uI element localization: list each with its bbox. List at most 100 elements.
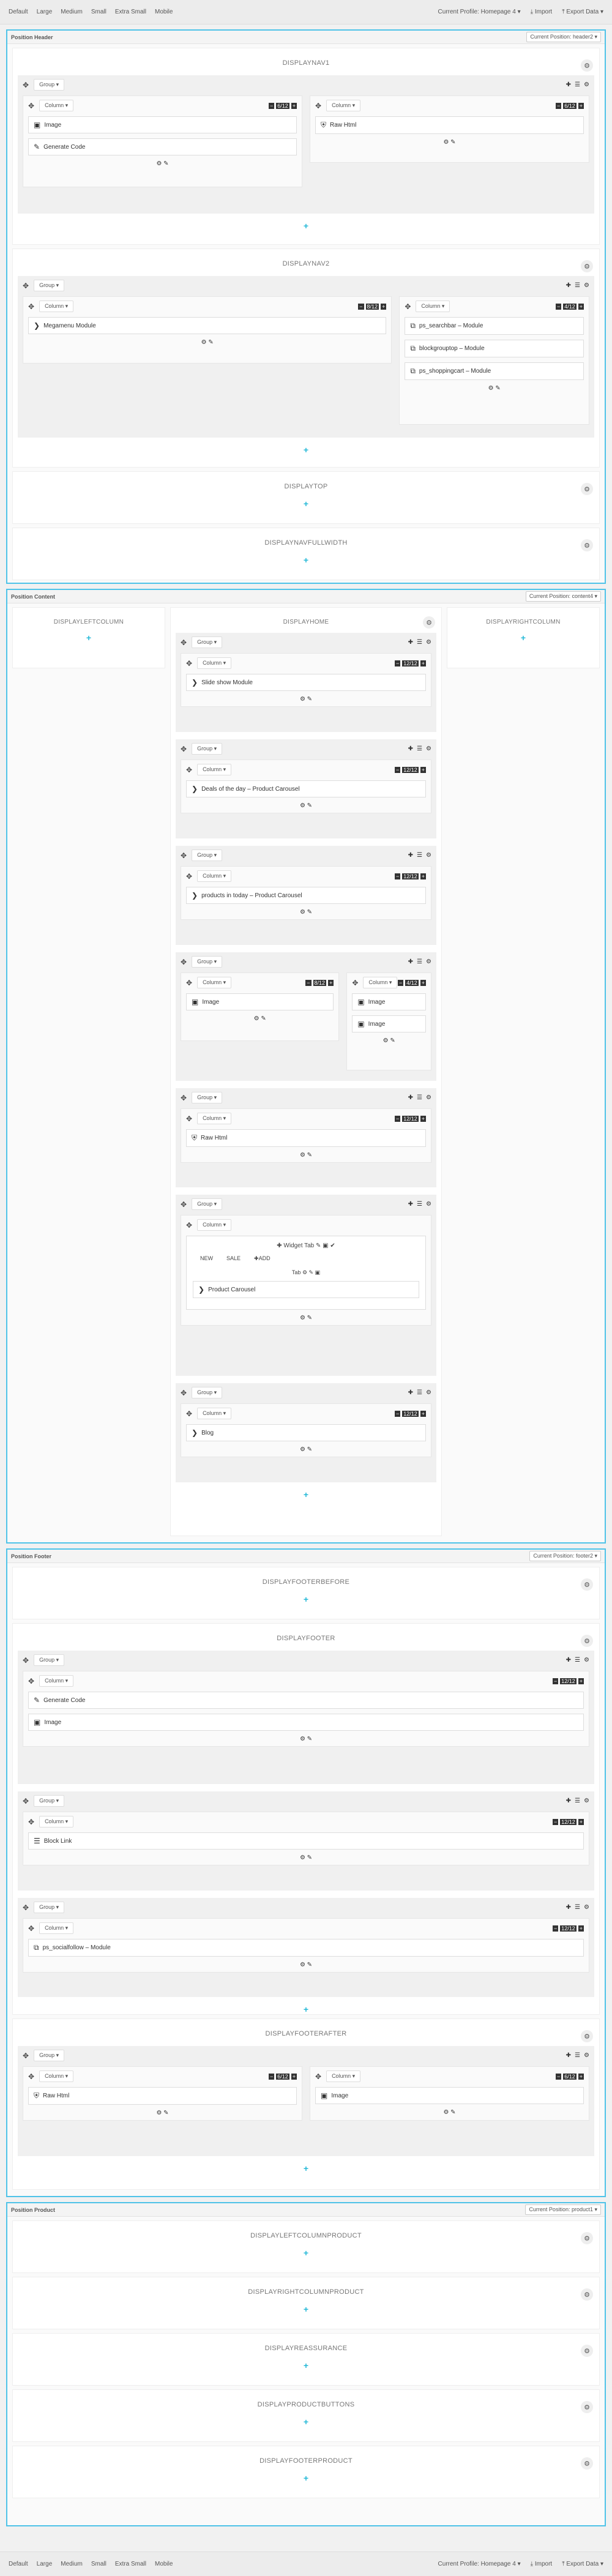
settings-icon[interactable]: ⚙ — [426, 1389, 431, 1396]
import-button[interactable]: ⤓ Import — [531, 2561, 553, 2567]
position-select[interactable]: Current Position: content4 ▾ — [525, 591, 601, 602]
column-actions[interactable]: ⚙ ✎ — [186, 1446, 426, 1453]
group-dropdown[interactable]: Group ▾ — [34, 1795, 65, 1807]
device-default[interactable]: Default — [9, 9, 28, 15]
group-dropdown[interactable]: Group ▾ — [192, 1092, 223, 1103]
column-actions[interactable]: ⚙ ✎ — [186, 696, 426, 703]
settings-icon[interactable]: ⚙ — [426, 1201, 431, 1208]
gear-icon[interactable]: ⚙ — [581, 2030, 593, 2042]
module-socialfollow[interactable]: ⧉ ps_socialfollow – Module — [28, 1939, 584, 1957]
drag-icon[interactable]: ✥ — [186, 766, 192, 774]
gear-icon[interactable]: ⚙ — [581, 260, 593, 272]
group-dropdown[interactable]: Group ▾ — [34, 1902, 65, 1913]
plus-icon[interactable]: + — [578, 2073, 584, 2080]
drag-icon[interactable]: ✥ — [181, 1094, 187, 1102]
position-select[interactable]: Current Position: footer2 ▾ — [529, 1551, 601, 1561]
minus-icon[interactable]: − — [555, 102, 562, 109]
settings-icon[interactable]: ⚙ — [426, 852, 431, 859]
gear-icon[interactable]: ⚙ — [581, 2457, 593, 2470]
module-product-carousel[interactable]: ❯ Product Carousel — [193, 1281, 419, 1298]
group-dropdown[interactable]: Group ▾ — [192, 1387, 223, 1398]
module-raw-html[interactable]: ⛨ Raw Html — [315, 116, 584, 134]
add-icon[interactable]: ✚ — [566, 1657, 571, 1663]
add-icon[interactable]: ✚ — [566, 282, 571, 289]
column-dropdown[interactable]: Column ▾ — [197, 1408, 232, 1419]
column-actions[interactable]: ⚙ ✎ — [28, 1854, 584, 1861]
device-medium[interactable]: Medium — [61, 2561, 83, 2567]
settings-icon[interactable]: ⚙ — [426, 1094, 431, 1101]
device-extra-small[interactable]: Extra Small — [115, 2561, 146, 2567]
width-icon[interactable]: 12/12 — [560, 1818, 577, 1825]
device-large[interactable]: Large — [37, 2561, 53, 2567]
plus-icon[interactable]: + — [291, 2073, 297, 2080]
add-icon[interactable]: ✚ — [408, 745, 413, 752]
tab-new[interactable]: NEW — [200, 1255, 213, 1262]
plus-icon[interactable]: + — [420, 1115, 426, 1122]
drag-icon[interactable]: ✥ — [23, 1903, 29, 1912]
column-actions[interactable]: ⚙ ✎ — [28, 1962, 584, 1968]
add-group-plus[interactable]: + — [300, 2004, 312, 2014]
gear-icon[interactable]: ⚙ — [581, 539, 593, 551]
drag-icon[interactable]: ✥ — [23, 282, 29, 290]
plus-icon[interactable]: + — [420, 1410, 426, 1417]
drag-icon[interactable]: ✥ — [28, 302, 34, 311]
drag-icon[interactable]: ✥ — [186, 1114, 192, 1123]
device-default[interactable]: Default — [9, 2561, 28, 2567]
device-small[interactable]: Small — [91, 9, 106, 15]
width-icon[interactable]: 4/12 — [563, 303, 577, 310]
minus-icon[interactable]: − — [555, 2073, 562, 2080]
minus-icon[interactable]: − — [268, 2073, 275, 2080]
minus-icon[interactable]: − — [305, 979, 312, 986]
module-blog[interactable]: ❯ Blog — [186, 1424, 426, 1441]
module-deals-carousel[interactable]: ❯ Deals of the day – Product Carousel — [186, 780, 426, 797]
import-button[interactable]: ⤓ Import — [531, 9, 553, 15]
minus-icon[interactable]: − — [552, 1925, 559, 1932]
minus-icon[interactable]: − — [394, 766, 401, 773]
settings-icon[interactable]: ⚙ — [584, 81, 589, 88]
gear-icon[interactable]: ⚙ — [581, 2345, 593, 2357]
plus-icon[interactable]: + — [420, 660, 426, 666]
module-image[interactable]: ▣ Image — [186, 993, 334, 1010]
columns-icon[interactable]: ☰ — [575, 1657, 580, 1663]
gear-icon[interactable]: ⚙ — [581, 1578, 593, 1591]
group-dropdown[interactable]: Group ▾ — [192, 1198, 223, 1210]
settings-icon[interactable]: ⚙ — [584, 2052, 589, 2059]
add-icon[interactable]: ✚ — [408, 1094, 413, 1101]
add-group-plus[interactable]: + — [300, 499, 312, 509]
module-products-today-carousel[interactable]: ❯ products in today – Product Carousel — [186, 887, 426, 904]
tab-sale[interactable]: SALE — [226, 1255, 241, 1262]
minus-icon[interactable]: − — [552, 1818, 559, 1825]
column-dropdown[interactable]: Column ▾ — [197, 657, 232, 669]
profile-select[interactable]: Current Profile: Homepage 4 ▾ — [438, 9, 521, 15]
module-image[interactable]: ▣ Image — [352, 993, 426, 1010]
drag-icon[interactable]: ✥ — [315, 102, 321, 110]
column-dropdown[interactable]: Column ▾ — [197, 1113, 232, 1124]
add-group-plus[interactable]: + — [300, 1490, 312, 1499]
position-select[interactable]: Current Position: header2 ▾ — [526, 32, 601, 42]
column-actions[interactable]: ⚙ ✎ — [186, 1015, 334, 1022]
drag-icon[interactable]: ✥ — [186, 1409, 192, 1418]
columns-icon[interactable]: ☰ — [575, 1798, 580, 1804]
column-dropdown[interactable]: Column ▾ — [39, 1922, 74, 1934]
settings-icon[interactable]: ⚙ — [584, 1904, 589, 1911]
add-icon[interactable]: ✚ — [408, 1389, 413, 1396]
add-group-plus[interactable]: + — [300, 2473, 312, 2483]
plus-icon[interactable]: + — [420, 979, 426, 986]
settings-icon[interactable]: ⚙ — [584, 1798, 589, 1804]
drag-icon[interactable]: ✥ — [28, 1677, 34, 1686]
column-actions[interactable]: ⚙ ✎ — [186, 909, 426, 916]
add-group-plus[interactable]: + — [300, 221, 312, 231]
column-dropdown[interactable]: Column ▾ — [39, 100, 74, 111]
add-group-plus[interactable]: + — [300, 1594, 312, 1604]
columns-icon[interactable]: ☰ — [417, 852, 422, 859]
minus-icon[interactable]: − — [394, 873, 401, 879]
add-icon[interactable]: ✚ — [408, 852, 413, 859]
module-generate-code[interactable]: ✎ Generate Code — [28, 138, 297, 155]
drag-icon[interactable]: ✥ — [186, 1221, 192, 1230]
add-icon[interactable]: ✚ — [566, 2052, 571, 2059]
drag-icon[interactable]: ✥ — [28, 2072, 34, 2081]
minus-icon[interactable]: − — [394, 660, 401, 666]
module-raw-html[interactable]: ⛨ Raw Html — [186, 1129, 426, 1147]
gear-icon[interactable]: ⚙ — [581, 2288, 593, 2301]
plus-icon[interactable]: + — [420, 766, 426, 773]
